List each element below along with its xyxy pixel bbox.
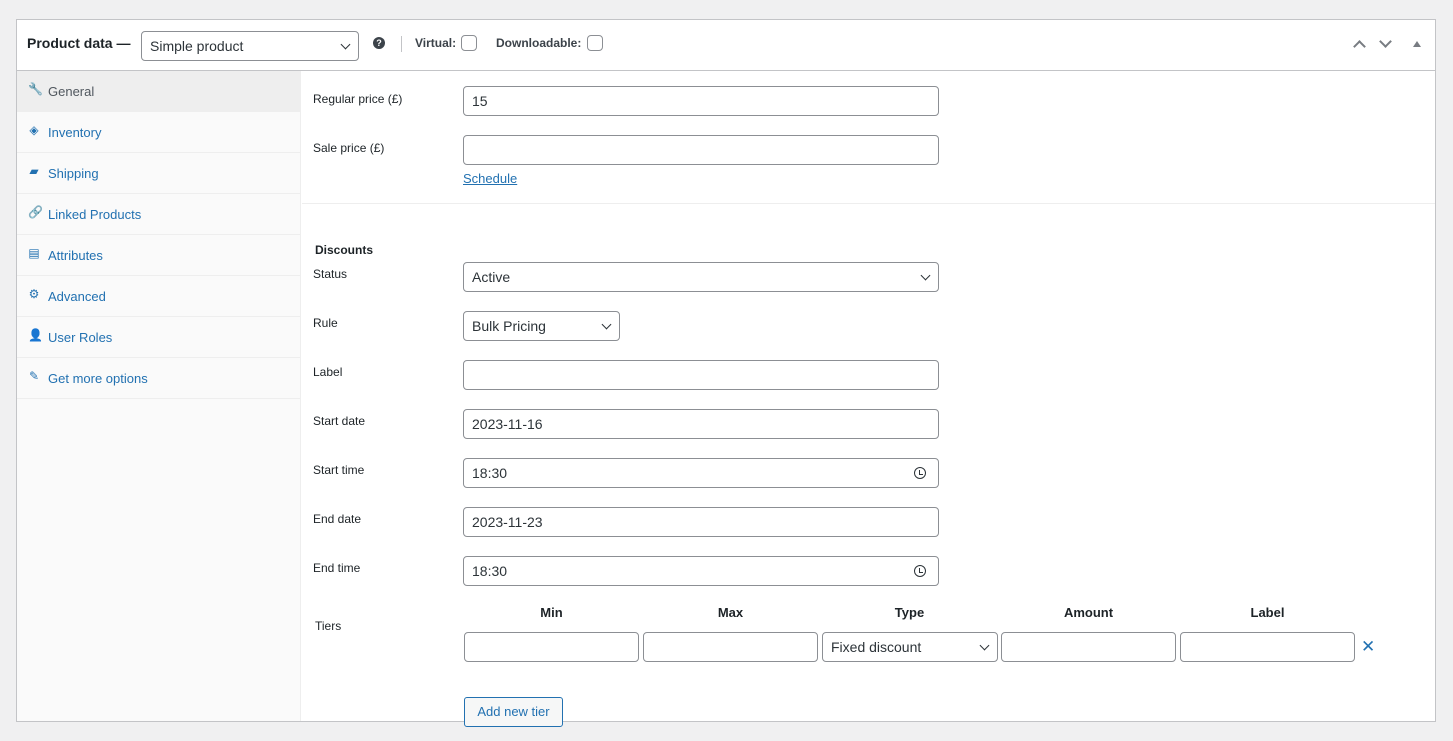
product-type-select[interactable]: Simple product bbox=[141, 31, 359, 61]
clock-icon[interactable] bbox=[914, 467, 926, 479]
move-up-icon[interactable] bbox=[1353, 40, 1366, 53]
wrench-icon: 🔧 bbox=[28, 82, 43, 96]
chevron-down-icon bbox=[979, 640, 990, 651]
schedule-link[interactable]: Schedule bbox=[463, 171, 517, 186]
tab-attributes[interactable]: ▤ Attributes bbox=[17, 235, 300, 276]
add-new-tier-button[interactable]: Add new tier bbox=[464, 697, 563, 727]
plugin-icon: ✎ bbox=[28, 369, 40, 383]
move-down-icon[interactable] bbox=[1379, 35, 1392, 48]
tier-min-input[interactable] bbox=[464, 632, 639, 662]
tab-label: Linked Products bbox=[48, 207, 142, 222]
tab-label: General bbox=[48, 84, 95, 99]
tab-label: Attributes bbox=[48, 248, 103, 263]
collapse-toggle-icon[interactable] bbox=[1413, 41, 1421, 47]
downloadable-label: Downloadable: bbox=[496, 36, 582, 50]
tag-icon: ◈ bbox=[29, 123, 39, 137]
general-tab-content: Regular price (£) 15 Sale price (£) Sche… bbox=[302, 71, 1435, 727]
sale-price-input[interactable] bbox=[463, 135, 939, 165]
tab-general[interactable]: 🔧 General bbox=[17, 71, 300, 112]
regular-price-label: Regular price (£) bbox=[313, 92, 403, 106]
tier-max-input[interactable] bbox=[643, 632, 818, 662]
tab-label: Inventory bbox=[48, 125, 102, 140]
regular-price-value: 15 bbox=[472, 93, 488, 109]
tier-type-value: Fixed discount bbox=[831, 639, 922, 655]
section-divider bbox=[302, 203, 1435, 204]
tab-label: User Roles bbox=[48, 330, 113, 345]
tab-advanced[interactable]: ⚙ Advanced bbox=[17, 276, 300, 317]
start-time-input[interactable]: 18:30 bbox=[463, 458, 939, 488]
product-type-value: Simple product bbox=[150, 38, 244, 54]
rule-value: Bulk Pricing bbox=[472, 318, 546, 334]
tab-shipping[interactable]: ▰ Shipping bbox=[17, 153, 300, 194]
tier-col-amount: Amount bbox=[1063, 605, 1114, 620]
product-data-tabs: 🔧 General ◈ Inventory ▰ Shipping 🔗 Linke… bbox=[17, 71, 301, 721]
header-divider bbox=[401, 36, 402, 52]
regular-price-input[interactable]: 15 bbox=[463, 86, 939, 116]
tier-col-label: Label bbox=[1250, 605, 1285, 620]
end-time-input[interactable]: 18:30 bbox=[463, 556, 939, 586]
user-icon: 👤 bbox=[28, 328, 43, 342]
virtual-label: Virtual: bbox=[415, 36, 457, 50]
link-icon: 🔗 bbox=[28, 205, 43, 219]
start-time-value: 18:30 bbox=[472, 465, 508, 481]
chevron-down-icon bbox=[920, 270, 931, 281]
end-date-label: End date bbox=[313, 512, 362, 526]
start-date-input[interactable]: 2023-11-16 bbox=[463, 409, 939, 439]
remove-tier-icon[interactable]: ✕ bbox=[1361, 637, 1375, 657]
tab-user-roles[interactable]: 👤 User Roles bbox=[17, 317, 300, 358]
chevron-down-icon bbox=[601, 319, 612, 330]
panel-title: Product data — bbox=[27, 35, 131, 51]
end-date-input[interactable]: 2023-11-23 bbox=[463, 507, 939, 537]
discount-label-label: Label bbox=[313, 365, 343, 379]
list-icon: ▤ bbox=[28, 246, 40, 260]
clock-icon[interactable] bbox=[914, 565, 926, 577]
tier-col-min: Min bbox=[540, 605, 563, 620]
status-value: Active bbox=[472, 269, 511, 285]
status-select[interactable]: Active bbox=[463, 262, 939, 292]
tier-label-input[interactable] bbox=[1180, 632, 1355, 662]
tab-inventory[interactable]: ◈ Inventory bbox=[17, 112, 300, 153]
end-time-value: 18:30 bbox=[472, 563, 508, 579]
status-label: Status bbox=[313, 267, 348, 281]
panel-header: Product data — Simple product ? Virtual:… bbox=[17, 20, 1435, 71]
start-date-value: 2023-11-16 bbox=[472, 416, 543, 432]
rule-select[interactable]: Bulk Pricing bbox=[463, 311, 620, 341]
chevron-down-icon bbox=[340, 39, 351, 50]
discount-label-input[interactable] bbox=[463, 360, 939, 390]
tier-col-max: Max bbox=[717, 605, 744, 620]
tab-label: Get more options bbox=[48, 371, 148, 386]
start-time-label: Start time bbox=[313, 463, 365, 477]
help-icon[interactable]: ? bbox=[373, 37, 385, 49]
tiers-label: Tiers bbox=[315, 619, 342, 633]
tab-label: Advanced bbox=[48, 289, 106, 304]
start-date-label: Start date bbox=[313, 414, 366, 428]
sale-price-label: Sale price (£) bbox=[313, 141, 385, 155]
discounts-heading: Discounts bbox=[315, 243, 374, 257]
tab-label: Shipping bbox=[48, 166, 99, 181]
tier-col-type: Type bbox=[894, 605, 925, 620]
truck-icon: ▰ bbox=[29, 164, 39, 178]
virtual-checkbox[interactable] bbox=[461, 35, 477, 51]
tab-get-more-options[interactable]: ✎ Get more options bbox=[17, 358, 300, 399]
tier-amount-input[interactable] bbox=[1001, 632, 1176, 662]
end-date-value: 2023-11-23 bbox=[472, 514, 543, 530]
gear-icon: ⚙ bbox=[28, 287, 40, 301]
end-time-label: End time bbox=[313, 561, 361, 575]
downloadable-checkbox[interactable] bbox=[587, 35, 603, 51]
rule-label: Rule bbox=[313, 316, 338, 330]
product-data-panel: Product data — Simple product ? Virtual:… bbox=[16, 19, 1436, 727]
tier-type-select[interactable]: Fixed discount bbox=[822, 632, 998, 662]
tab-linked-products[interactable]: 🔗 Linked Products bbox=[17, 194, 300, 235]
